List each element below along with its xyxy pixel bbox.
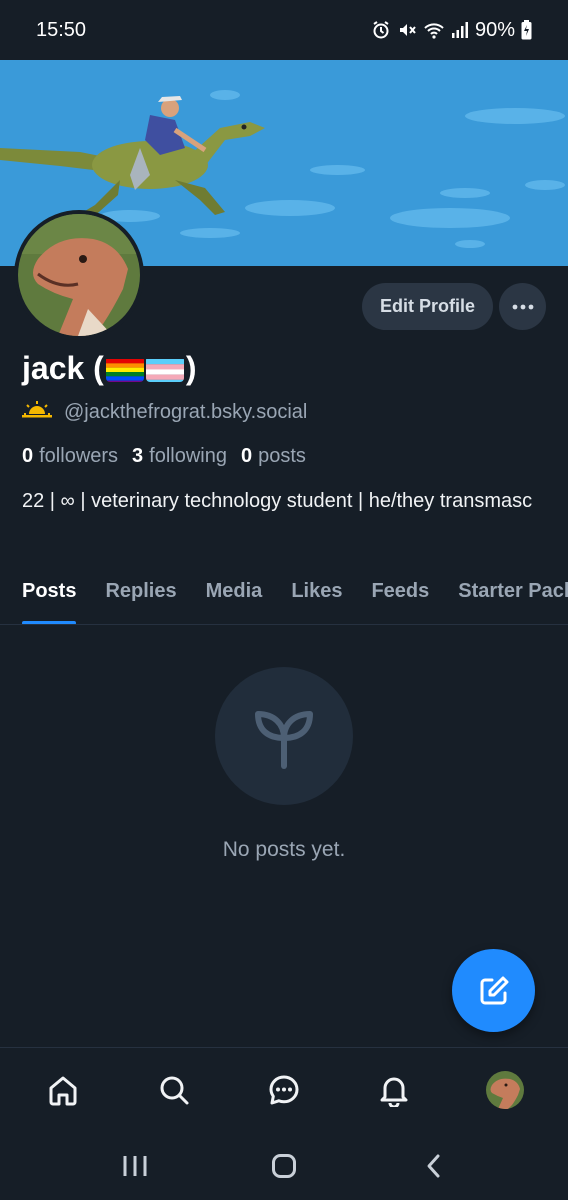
edit-profile-button[interactable]: Edit Profile bbox=[362, 283, 493, 330]
tab-likes[interactable]: Likes bbox=[291, 570, 342, 624]
system-navigation bbox=[0, 1131, 568, 1200]
signal-icon bbox=[451, 21, 469, 39]
empty-state-circle bbox=[215, 667, 353, 805]
posts-stat: 0 posts bbox=[241, 445, 306, 468]
compose-icon bbox=[480, 976, 508, 1004]
followers-label: followers bbox=[39, 445, 119, 467]
sunrise-icon bbox=[22, 400, 52, 424]
profile-stats: 0 followers 3 following 0 posts bbox=[22, 445, 306, 468]
ellipsis-icon bbox=[512, 304, 533, 309]
nav-notifications[interactable] bbox=[364, 1060, 424, 1120]
profile-avatar[interactable] bbox=[14, 210, 144, 340]
nav-search[interactable] bbox=[144, 1060, 204, 1120]
tab-replies[interactable]: Replies bbox=[105, 570, 176, 624]
empty-state-text: No posts yet. bbox=[222, 838, 346, 861]
compose-button[interactable] bbox=[452, 949, 535, 1032]
display-name-prefix: jack ( bbox=[22, 350, 104, 386]
tab-starter-packs[interactable]: Starter Packs bbox=[458, 570, 568, 624]
handle-row: @jackthefrograt.bsky.social bbox=[22, 400, 307, 424]
battery-text: 90% bbox=[474, 18, 515, 41]
trans-flag-icon bbox=[145, 356, 184, 382]
status-time: 15:50 bbox=[36, 18, 87, 41]
home-icon bbox=[49, 1076, 77, 1105]
dinosaur-rider-illustration bbox=[0, 96, 265, 220]
followers-count: 0 bbox=[22, 445, 34, 467]
battery-icon bbox=[521, 20, 532, 40]
status-icons: 90% bbox=[371, 19, 532, 42]
status-bar: 15:50 90% bbox=[0, 0, 568, 60]
following-stat[interactable]: 3 following bbox=[132, 445, 227, 468]
recents-button[interactable] bbox=[105, 1141, 165, 1191]
search-icon bbox=[160, 1076, 189, 1104]
sprout-icon bbox=[255, 711, 313, 769]
alarm-icon bbox=[371, 20, 391, 40]
nav-home[interactable] bbox=[33, 1060, 93, 1120]
display-name: jack ( ) bbox=[22, 350, 196, 387]
profile-handle[interactable]: @jackthefrograt.bsky.social bbox=[64, 401, 307, 424]
posts-count: 0 bbox=[241, 445, 253, 467]
followers-stat[interactable]: 0 followers bbox=[22, 445, 118, 468]
back-button[interactable] bbox=[403, 1141, 463, 1191]
more-options-button[interactable] bbox=[499, 283, 546, 330]
recents-icon bbox=[123, 1155, 147, 1176]
tab-feeds[interactable]: Feeds bbox=[371, 570, 429, 624]
home-system-button[interactable] bbox=[254, 1141, 314, 1191]
wifi-icon bbox=[423, 20, 445, 40]
home-circle-icon bbox=[271, 1153, 296, 1178]
chat-icon bbox=[269, 1075, 299, 1104]
bottom-navigation bbox=[0, 1047, 568, 1131]
bell-icon bbox=[380, 1077, 408, 1107]
display-name-suffix: ) bbox=[185, 350, 197, 386]
following-count: 3 bbox=[132, 445, 144, 467]
tab-media[interactable]: Media bbox=[206, 570, 263, 624]
rainbow-flag-icon bbox=[105, 356, 144, 382]
posts-label: posts bbox=[258, 445, 306, 467]
following-label: following bbox=[149, 445, 227, 467]
mute-icon bbox=[397, 20, 417, 40]
nav-profile[interactable] bbox=[475, 1060, 535, 1120]
profile-bio: 22 | ∞ | veterinary technology student |… bbox=[22, 490, 533, 512]
profile-tabs: Posts Replies Media Likes Feeds Starter … bbox=[0, 570, 568, 625]
tab-posts[interactable]: Posts bbox=[22, 570, 77, 624]
profile-avatar-small bbox=[485, 1070, 524, 1109]
nav-chat[interactable] bbox=[254, 1060, 314, 1120]
back-icon bbox=[427, 1154, 440, 1177]
